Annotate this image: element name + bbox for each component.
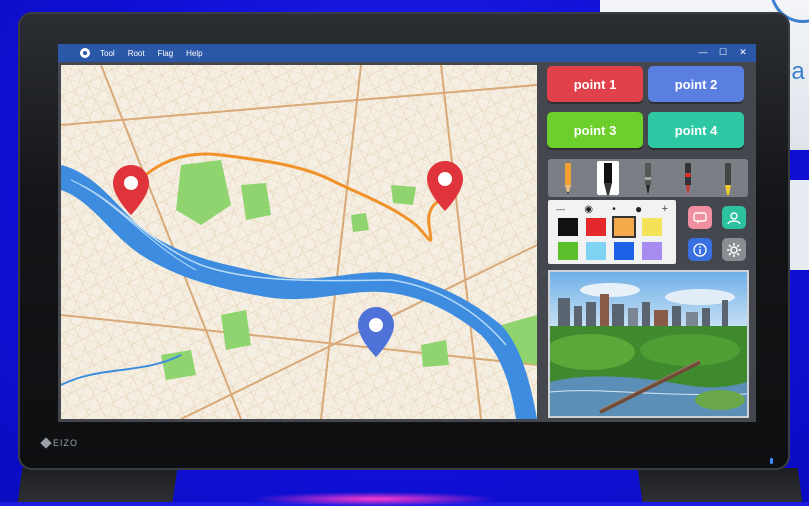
comment-icon[interactable] [688, 206, 712, 229]
swatch-blue[interactable] [614, 242, 634, 260]
swatch-purple[interactable] [642, 242, 662, 260]
stand-left [17, 468, 178, 502]
swatch-light-blue[interactable] [586, 242, 606, 260]
brand-mark-icon [40, 437, 52, 449]
point-3-button[interactable]: point 3 [547, 112, 643, 148]
stand-right [637, 468, 803, 502]
pencil-icon[interactable] [557, 161, 579, 195]
map-canvas[interactable] [61, 65, 537, 419]
highlighter-icon[interactable] [717, 161, 739, 195]
swatch-orange[interactable] [612, 216, 636, 238]
screen: Tool Root Flag Help — ☐ ✕ point 1 point … [58, 44, 756, 422]
marker-icon[interactable] [597, 161, 619, 195]
info-icon[interactable] [688, 238, 712, 261]
maximize-button[interactable]: ☐ [718, 46, 728, 59]
swatch-yellow[interactable] [642, 218, 662, 236]
red-pen-icon[interactable] [677, 161, 699, 195]
size-large[interactable]: ● [635, 202, 642, 216]
brand-name: EIZO [53, 438, 79, 448]
point-2-button[interactable]: point 2 [648, 66, 744, 102]
tool-panel: point 1 point 2 point 3 point 4 — ◉ • ● … [545, 66, 752, 422]
map-view[interactable] [61, 65, 537, 419]
fineliner-icon[interactable] [637, 161, 659, 195]
base-glow [250, 492, 500, 506]
swatch-red[interactable] [586, 218, 606, 236]
swatch-black[interactable] [558, 218, 578, 236]
menu-flag[interactable]: Flag [158, 49, 174, 58]
app-icon[interactable] [80, 48, 90, 58]
menu-help[interactable]: Help [186, 49, 202, 58]
close-button[interactable]: ✕ [738, 46, 748, 59]
menu-tool[interactable]: Tool [100, 49, 115, 58]
size-thin[interactable]: — [556, 204, 565, 214]
swatch-green[interactable] [558, 242, 578, 260]
point-1-button[interactable]: point 1 [547, 66, 643, 102]
size-selected[interactable]: ◉ [584, 204, 593, 215]
user-icon[interactable] [722, 206, 746, 229]
brush-size-selector: — ◉ • ● + [556, 202, 668, 216]
gear-icon[interactable] [722, 238, 746, 261]
pen-toolbar [548, 159, 748, 197]
power-led [770, 458, 773, 464]
city-photo[interactable] [548, 270, 749, 418]
window-controls: — ☐ ✕ [698, 46, 748, 59]
brand-logo: EIZO [40, 437, 79, 449]
size-small[interactable]: • [612, 204, 616, 215]
minimize-button[interactable]: — [698, 46, 708, 59]
point-4-button[interactable]: point 4 [648, 112, 744, 148]
menu-root[interactable]: Root [128, 49, 145, 58]
city-photo-image [550, 272, 747, 416]
size-add[interactable]: + [662, 203, 668, 215]
title-bar: Tool Root Flag Help — ☐ ✕ [58, 44, 756, 62]
color-palette: — ◉ • ● + [548, 200, 676, 264]
